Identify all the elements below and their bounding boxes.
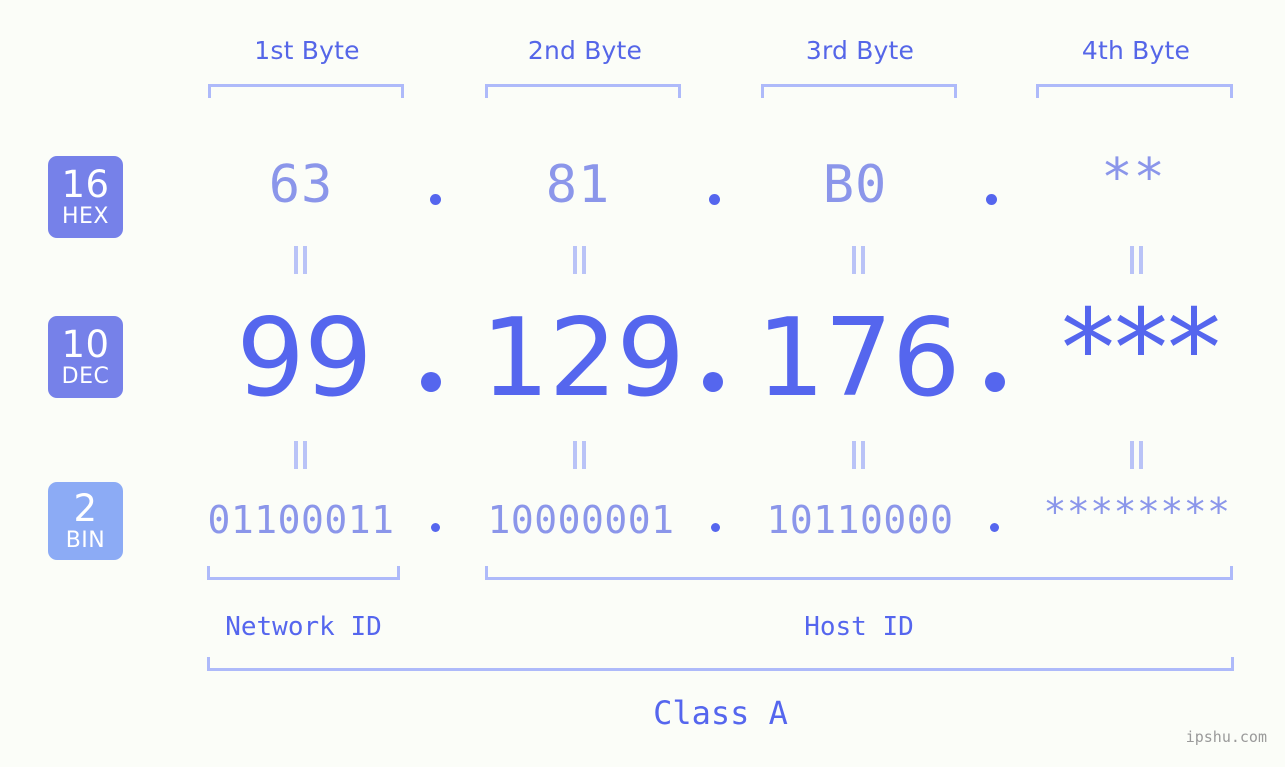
dec-base-number: 10 [61, 323, 110, 366]
equals-symbol-dec-bin-3 [850, 441, 868, 469]
bin-separator-dot-1 [431, 523, 440, 532]
equals-symbol-dec-bin-4 [1128, 441, 1146, 469]
bin-base-badge: 2 BIN [48, 482, 123, 560]
equals-symbol-hex-dec-1 [292, 246, 310, 274]
equals-symbol-hex-dec-4 [1128, 246, 1146, 274]
byte-bracket-1 [208, 84, 404, 98]
host-id-bracket [485, 566, 1233, 580]
bin-octet-3: 10110000 [766, 498, 954, 542]
dec-separator-dot-3 [985, 372, 1005, 392]
network-id-label: Network ID [225, 612, 382, 642]
hex-separator-dot-3 [986, 194, 997, 205]
dec-base-system: DEC [61, 364, 110, 389]
bin-separator-dot-2 [711, 523, 720, 532]
dec-separator-dot-2 [703, 372, 723, 392]
hex-octet-2: 81 [545, 155, 611, 215]
hex-base-badge: 16 HEX [48, 156, 123, 238]
bin-octet-4: ******** [1043, 490, 1231, 534]
byte-bracket-4 [1036, 84, 1233, 98]
byte-header-label-3: 3rd Byte [805, 36, 915, 65]
hex-base-number: 16 [61, 163, 110, 206]
network-id-bracket [207, 566, 400, 580]
byte-bracket-2 [485, 84, 681, 98]
dec-octet-2: 129 [480, 296, 685, 421]
hex-octet-4: ** [1101, 148, 1166, 208]
bin-octet-1: 01100011 [207, 498, 395, 542]
byte-header-label-4: 4th Byte [1081, 36, 1191, 65]
dec-octet-3: 176 [756, 296, 960, 421]
hex-separator-dot-2 [709, 194, 720, 205]
dec-octet-4: *** [1061, 287, 1221, 412]
bin-octet-2: 10000001 [487, 498, 675, 542]
byte-header-label-2: 2nd Byte [527, 36, 643, 65]
site-watermark: ipshu.com [1185, 728, 1267, 746]
class-label: Class A [653, 694, 788, 732]
byte-bracket-3 [761, 84, 957, 98]
bin-separator-dot-3 [990, 523, 999, 532]
equals-symbol-dec-bin-2 [571, 441, 589, 469]
hex-base-system: HEX [61, 204, 109, 229]
equals-symbol-hex-dec-2 [571, 246, 589, 274]
bin-base-system: BIN [65, 528, 106, 553]
bin-base-number: 2 [73, 487, 98, 530]
hex-octet-3: B0 [822, 155, 888, 215]
dec-octet-1: 99 [236, 296, 372, 421]
hex-separator-dot-1 [430, 194, 441, 205]
equals-symbol-dec-bin-1 [292, 441, 310, 469]
hex-octet-1: 63 [268, 155, 334, 215]
dec-separator-dot-1 [421, 372, 441, 392]
equals-symbol-hex-dec-3 [850, 246, 868, 274]
byte-header-label-1: 1st Byte [254, 36, 360, 65]
host-id-label: Host ID [804, 612, 914, 642]
dec-base-badge: 10 DEC [48, 316, 123, 398]
class-bracket [207, 657, 1234, 671]
ip-address-breakdown-diagram: 1st Byte 2nd Byte 3rd Byte 4th Byte 16 H… [0, 0, 1285, 767]
